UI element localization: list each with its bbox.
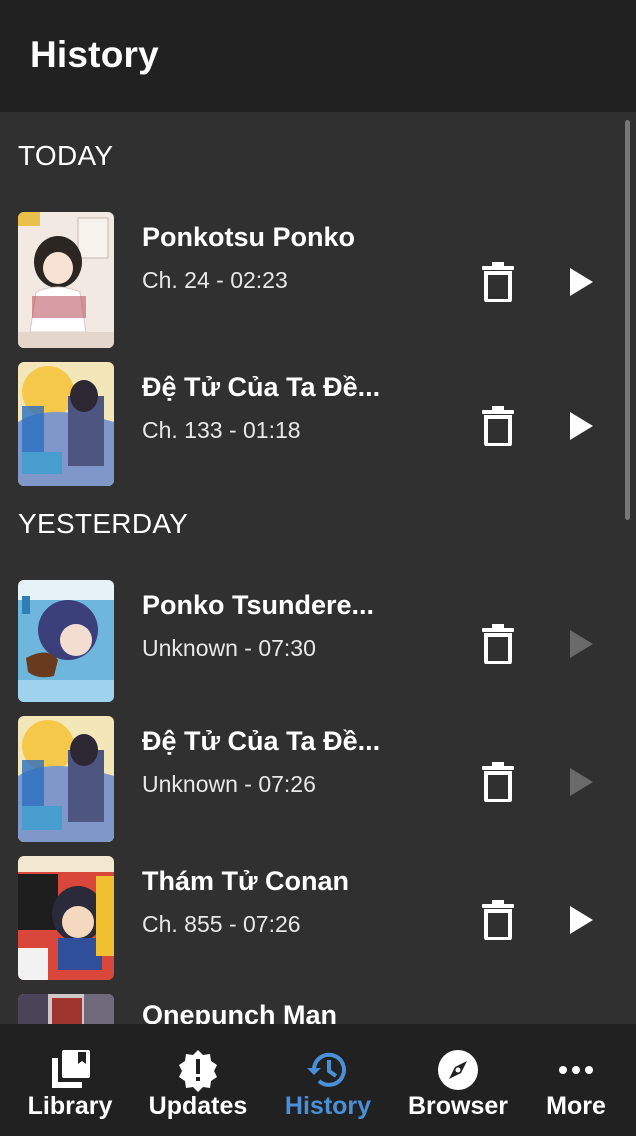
trash-icon (482, 762, 514, 803)
scrollbar[interactable] (625, 120, 630, 520)
play-icon (570, 268, 593, 296)
last-read-info: Unknown - 07:26 (142, 771, 316, 797)
delete-button[interactable] (480, 624, 516, 665)
nav-label: Updates (148, 1092, 248, 1120)
section-header-yesterday: YESTERDAY (18, 508, 189, 539)
history-item[interactable]: Đệ Tử Của Ta Đề... Unknown - 07:26 (0, 716, 620, 842)
compass-icon (438, 1050, 478, 1090)
trash-icon (482, 406, 514, 447)
section-header-today: TODAY (18, 140, 114, 171)
trash-icon (482, 900, 514, 941)
play-icon (570, 768, 593, 796)
nav-history[interactable]: History (268, 1024, 388, 1136)
manga-cover[interactable] (18, 362, 114, 486)
resume-button-disabled[interactable] (566, 628, 596, 660)
manga-title: Đệ Tử Của Ta Đề... (142, 372, 381, 402)
last-read-info: Ch. 24 - 02:23 (142, 267, 288, 293)
manga-cover[interactable] (18, 856, 114, 980)
delete-button[interactable] (480, 762, 516, 803)
manga-title: Onepunch Man (142, 1000, 337, 1024)
updates-icon (179, 1050, 217, 1092)
last-read-info: Ch. 855 - 07:26 (142, 911, 301, 937)
delete-button[interactable] (480, 262, 516, 303)
history-icon (307, 1052, 346, 1087)
last-read-info: Unknown - 07:30 (142, 635, 316, 661)
history-item[interactable]: Onepunch Man (0, 994, 620, 1024)
nav-updates[interactable]: Updates (138, 1024, 258, 1136)
history-item[interactable]: Đệ Tử Của Ta Đề... Ch. 133 - 01:18 (0, 362, 620, 486)
delete-button[interactable] (480, 900, 516, 941)
history-item[interactable]: Ponkotsu Ponko Ch. 24 - 02:23 (0, 212, 620, 348)
play-icon (570, 412, 593, 440)
nav-label: History (284, 1092, 372, 1120)
manga-title: Ponko Tsundere... (142, 590, 375, 620)
play-icon (570, 630, 593, 658)
history-item[interactable]: Thám Tử Conan Ch. 855 - 07:26 (0, 856, 620, 980)
history-item[interactable]: Ponko Tsundere... Unknown - 07:30 (0, 580, 620, 702)
bottom-navigation: Library Updates History Browser More (0, 1024, 636, 1136)
manga-cover[interactable] (18, 994, 114, 1024)
nav-label: More (546, 1092, 606, 1120)
nav-more[interactable]: More (526, 1024, 626, 1136)
manga-cover[interactable] (18, 716, 114, 842)
delete-button[interactable] (480, 406, 516, 447)
nav-label: Library (27, 1092, 113, 1120)
nav-label: Browser (407, 1092, 509, 1120)
manga-cover[interactable] (18, 580, 114, 702)
manga-title: Ponkotsu Ponko (142, 222, 356, 252)
nav-browser[interactable]: Browser (398, 1024, 518, 1136)
resume-button[interactable] (566, 266, 596, 298)
play-icon (570, 906, 593, 934)
manga-title: Thám Tử Conan (142, 866, 350, 896)
resume-button-disabled[interactable] (566, 766, 596, 798)
last-read-info: Ch. 133 - 01:18 (142, 417, 301, 443)
top-app-bar: History (0, 0, 636, 112)
manga-title: Đệ Tử Của Ta Đề... (142, 726, 381, 756)
trash-icon (482, 262, 514, 303)
library-icon (52, 1050, 90, 1088)
nav-library[interactable]: Library (10, 1024, 130, 1136)
manga-cover[interactable] (18, 212, 114, 348)
resume-button[interactable] (566, 904, 596, 936)
trash-icon (482, 624, 514, 665)
resume-button[interactable] (566, 410, 596, 442)
more-dots-icon (559, 1066, 593, 1074)
page-title: History (30, 34, 159, 75)
history-list[interactable]: TODAY Ponkotsu Ponko Ch. 24 - 02:23 Đệ T… (0, 112, 636, 1024)
